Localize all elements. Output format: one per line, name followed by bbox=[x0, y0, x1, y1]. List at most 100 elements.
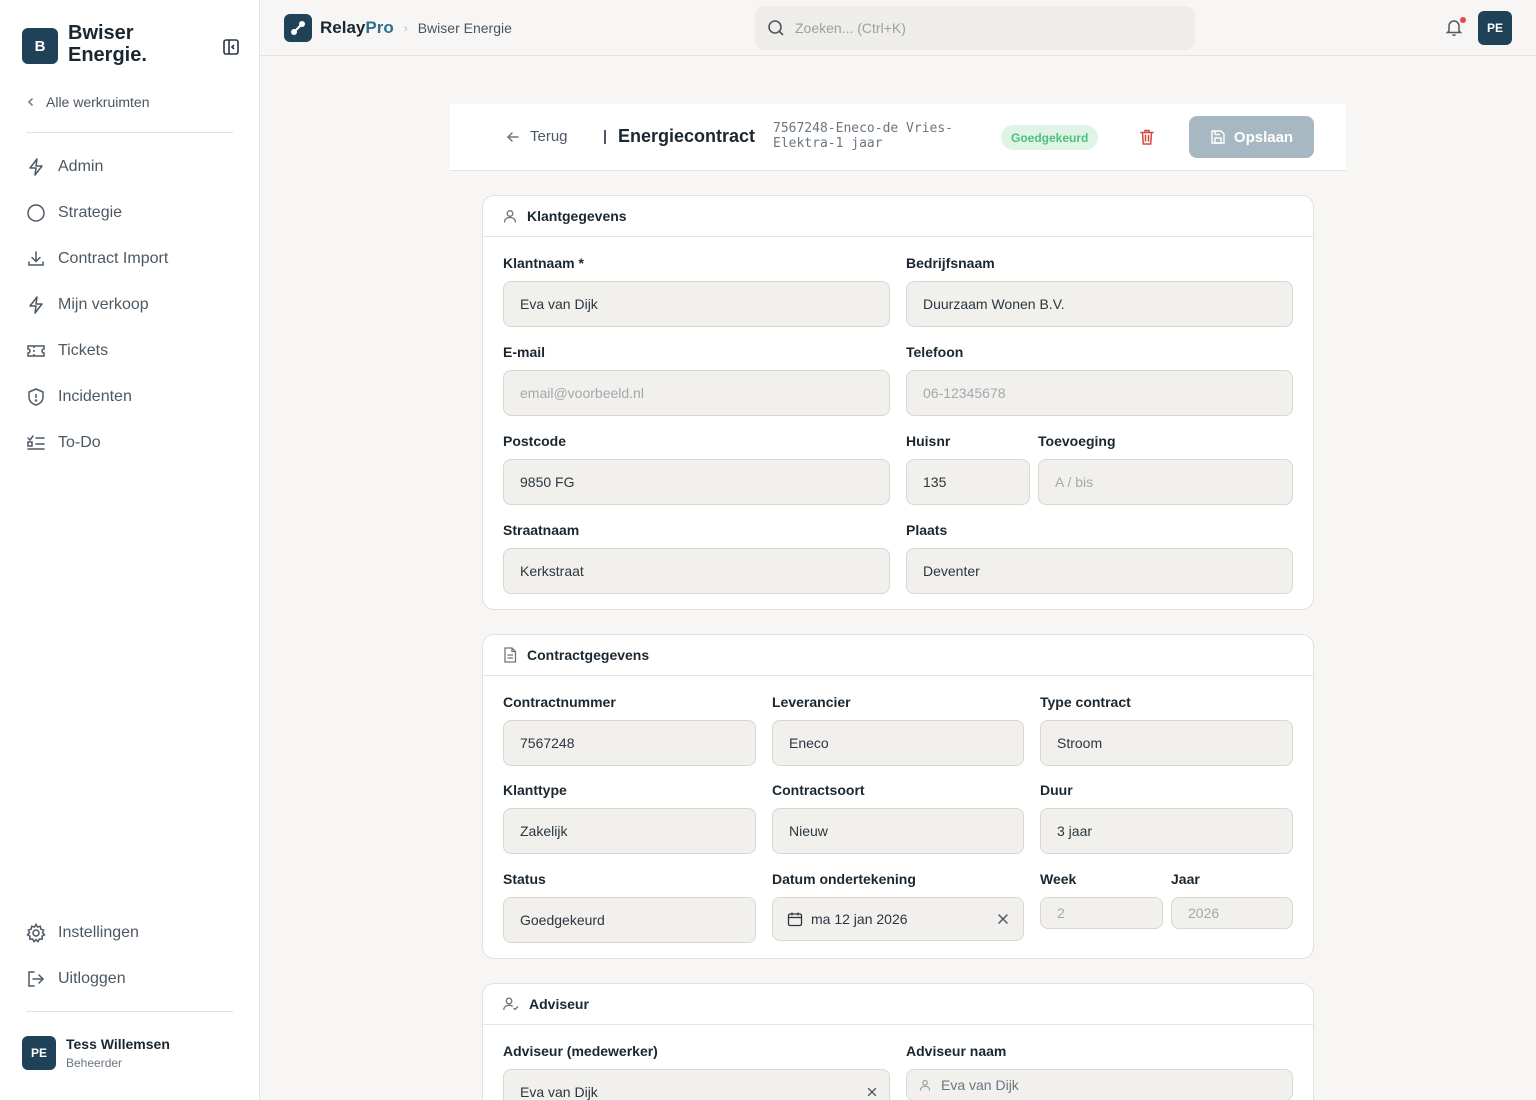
company-name-field: Bedrijfsnaam Duurzaam Wonen B.V. bbox=[906, 255, 1293, 327]
sidebar-bottom-nav: Instellingen Uitloggen bbox=[26, 910, 236, 1002]
sidebar-divider bbox=[26, 132, 233, 133]
card-header: Contractgegevens bbox=[483, 635, 1313, 676]
contract-kind-select[interactable]: Nieuw bbox=[772, 808, 1024, 854]
field-label: Adviseur (medewerker) bbox=[503, 1043, 658, 1059]
gear-icon bbox=[26, 923, 46, 943]
save-button[interactable]: Opslaan bbox=[1189, 116, 1314, 158]
field-label: E-mail bbox=[503, 344, 546, 360]
field-label: Postcode bbox=[503, 433, 567, 449]
field-label: Telefoon bbox=[906, 344, 964, 360]
contract-number-input[interactable]: 7567248 bbox=[503, 720, 756, 766]
sidebar-collapse-icon[interactable] bbox=[220, 36, 242, 58]
customer-name-input[interactable]: Eva van Dijk bbox=[503, 281, 890, 327]
signing-date-picker[interactable]: ma 12 jan 2026 bbox=[772, 897, 1024, 941]
advisor-employee-select[interactable]: Eva van Dijk bbox=[503, 1069, 890, 1100]
phone-field: Telefoon 06-12345678 bbox=[906, 344, 1293, 416]
advisor-name-input[interactable]: Eva van Dijk bbox=[906, 1069, 1293, 1100]
postcode-input[interactable]: 9850 FG bbox=[503, 459, 890, 505]
field-label: Week bbox=[1040, 871, 1077, 887]
postcode-field: Postcode 9850 FG bbox=[503, 433, 890, 505]
field-label: Bedrijfsnaam bbox=[906, 255, 995, 271]
status-field: Status Goedgekeurd bbox=[503, 871, 756, 943]
phone-input[interactable]: 06-12345678 bbox=[906, 370, 1293, 416]
field-label: Adviseur naam bbox=[906, 1043, 1007, 1059]
city-input[interactable]: Deventer bbox=[906, 548, 1293, 594]
email-input[interactable]: email@voorbeeld.nl bbox=[503, 370, 890, 416]
sidebar-nav: Admin Strategie Contract Import Mijn ver… bbox=[26, 144, 236, 466]
current-user[interactable]: PE Tess Willemsen Beheerder bbox=[22, 1036, 170, 1070]
sidebar-item-label: To-Do bbox=[58, 434, 101, 451]
field-label: Contractnummer bbox=[503, 694, 616, 710]
status-select[interactable]: Goedgekeurd bbox=[503, 897, 756, 943]
field-label: Straatnaam bbox=[503, 522, 580, 538]
calendar-icon bbox=[787, 912, 803, 927]
save-icon bbox=[1211, 130, 1225, 144]
supplier-select[interactable]: Eneco bbox=[772, 720, 1024, 766]
user-role: Beheerder bbox=[66, 1056, 123, 1070]
addition-input[interactable]: A / bis bbox=[1038, 459, 1293, 505]
lightning-icon bbox=[26, 157, 46, 177]
brand[interactable]: B Bwiser Energie. bbox=[22, 22, 178, 66]
breadcrumb[interactable]: Bwiser Energie bbox=[418, 20, 512, 36]
year-input[interactable]: 2026 bbox=[1171, 897, 1293, 929]
sidebar-item-label: Incidenten bbox=[58, 388, 132, 405]
close-icon[interactable] bbox=[997, 913, 1009, 925]
sidebar-item-tickets[interactable]: Tickets bbox=[26, 328, 236, 374]
advisor-name-value: Eva van Dijk bbox=[941, 1077, 1019, 1093]
year-field: Jaar 2026 bbox=[1171, 871, 1293, 929]
duration-field: Duur 3 jaar bbox=[1040, 782, 1293, 854]
customer-type-select[interactable]: Zakelijk bbox=[503, 808, 756, 854]
app-logo[interactable]: RelayPro › Bwiser Energie bbox=[284, 14, 512, 42]
contract-kind-field: Contractsoort Nieuw bbox=[772, 782, 1024, 854]
field-label: Huisnr bbox=[906, 433, 951, 449]
advisor-employee-value: Eva van Dijk bbox=[520, 1084, 598, 1100]
street-input[interactable]: Kerkstraat bbox=[503, 548, 890, 594]
lightning-icon bbox=[26, 295, 46, 315]
sidebar-item-instellingen[interactable]: Instellingen bbox=[26, 910, 236, 956]
sidebar-item-mijn-verkoop[interactable]: Mijn verkoop bbox=[26, 282, 236, 328]
save-label: Opslaan bbox=[1233, 128, 1294, 146]
notification-bell-icon[interactable] bbox=[1444, 17, 1466, 39]
sidebar-item-label: Instellingen bbox=[58, 924, 139, 941]
header-divider bbox=[604, 130, 606, 144]
trash-icon[interactable] bbox=[1138, 128, 1156, 146]
advisor-employee-field: Adviseur (medewerker) Eva van Dijk bbox=[503, 1043, 890, 1100]
all-workspaces-label: Alle werkruimten bbox=[46, 94, 150, 110]
ticket-icon bbox=[26, 341, 46, 361]
sidebar-item-incidenten[interactable]: Incidenten bbox=[26, 374, 236, 420]
avatar[interactable]: PE bbox=[1478, 11, 1512, 45]
supplier-field: Leverancier Eneco bbox=[772, 694, 1024, 766]
contract-identifier: 7567248-Eneco-de Vries-Elektra-1 jaar bbox=[773, 121, 954, 151]
week-input[interactable]: 2 bbox=[1040, 897, 1163, 929]
house-number-field: Huisnr 135 bbox=[906, 433, 1030, 505]
card-header: Klantgegevens bbox=[483, 196, 1313, 237]
all-workspaces-link[interactable]: Alle werkruimten bbox=[26, 94, 149, 110]
back-button[interactable]: Terug bbox=[506, 128, 568, 145]
back-label: Terug bbox=[530, 128, 568, 145]
search-icon bbox=[768, 20, 784, 36]
signing-date-value: ma 12 jan 2026 bbox=[811, 911, 908, 927]
field-label: Klantnaam * bbox=[503, 255, 584, 271]
company-name-input[interactable]: Duurzaam Wonen B.V. bbox=[906, 281, 1293, 327]
sidebar-item-label: Tickets bbox=[58, 342, 109, 359]
sidebar-divider bbox=[26, 1011, 233, 1012]
user-icon bbox=[503, 209, 517, 223]
contract-details-card: Contractgegevens Contractnummer 7567248 … bbox=[482, 634, 1314, 959]
city-field: Plaats Deventer bbox=[906, 522, 1293, 594]
shield-icon bbox=[26, 387, 46, 407]
duration-select[interactable]: 3 jaar bbox=[1040, 808, 1293, 854]
field-label: Toevoeging bbox=[1038, 433, 1116, 449]
relay-logo-icon bbox=[284, 14, 312, 42]
sidebar-item-strategie[interactable]: Strategie bbox=[26, 190, 236, 236]
sidebar-item-uitloggen[interactable]: Uitloggen bbox=[26, 956, 236, 1002]
search-input[interactable] bbox=[795, 20, 1175, 36]
close-icon[interactable] bbox=[867, 1087, 877, 1097]
user-icon bbox=[919, 1079, 931, 1091]
sidebar-item-todo[interactable]: To-Do bbox=[26, 420, 236, 466]
house-number-input[interactable]: 135 bbox=[906, 459, 1030, 505]
sidebar-item-admin[interactable]: Admin bbox=[26, 144, 236, 190]
contract-type-select[interactable]: Stroom bbox=[1040, 720, 1293, 766]
search-bar[interactable] bbox=[755, 6, 1195, 50]
card-title: Adviseur bbox=[529, 996, 589, 1012]
sidebar-item-contract-import[interactable]: Contract Import bbox=[26, 236, 236, 282]
